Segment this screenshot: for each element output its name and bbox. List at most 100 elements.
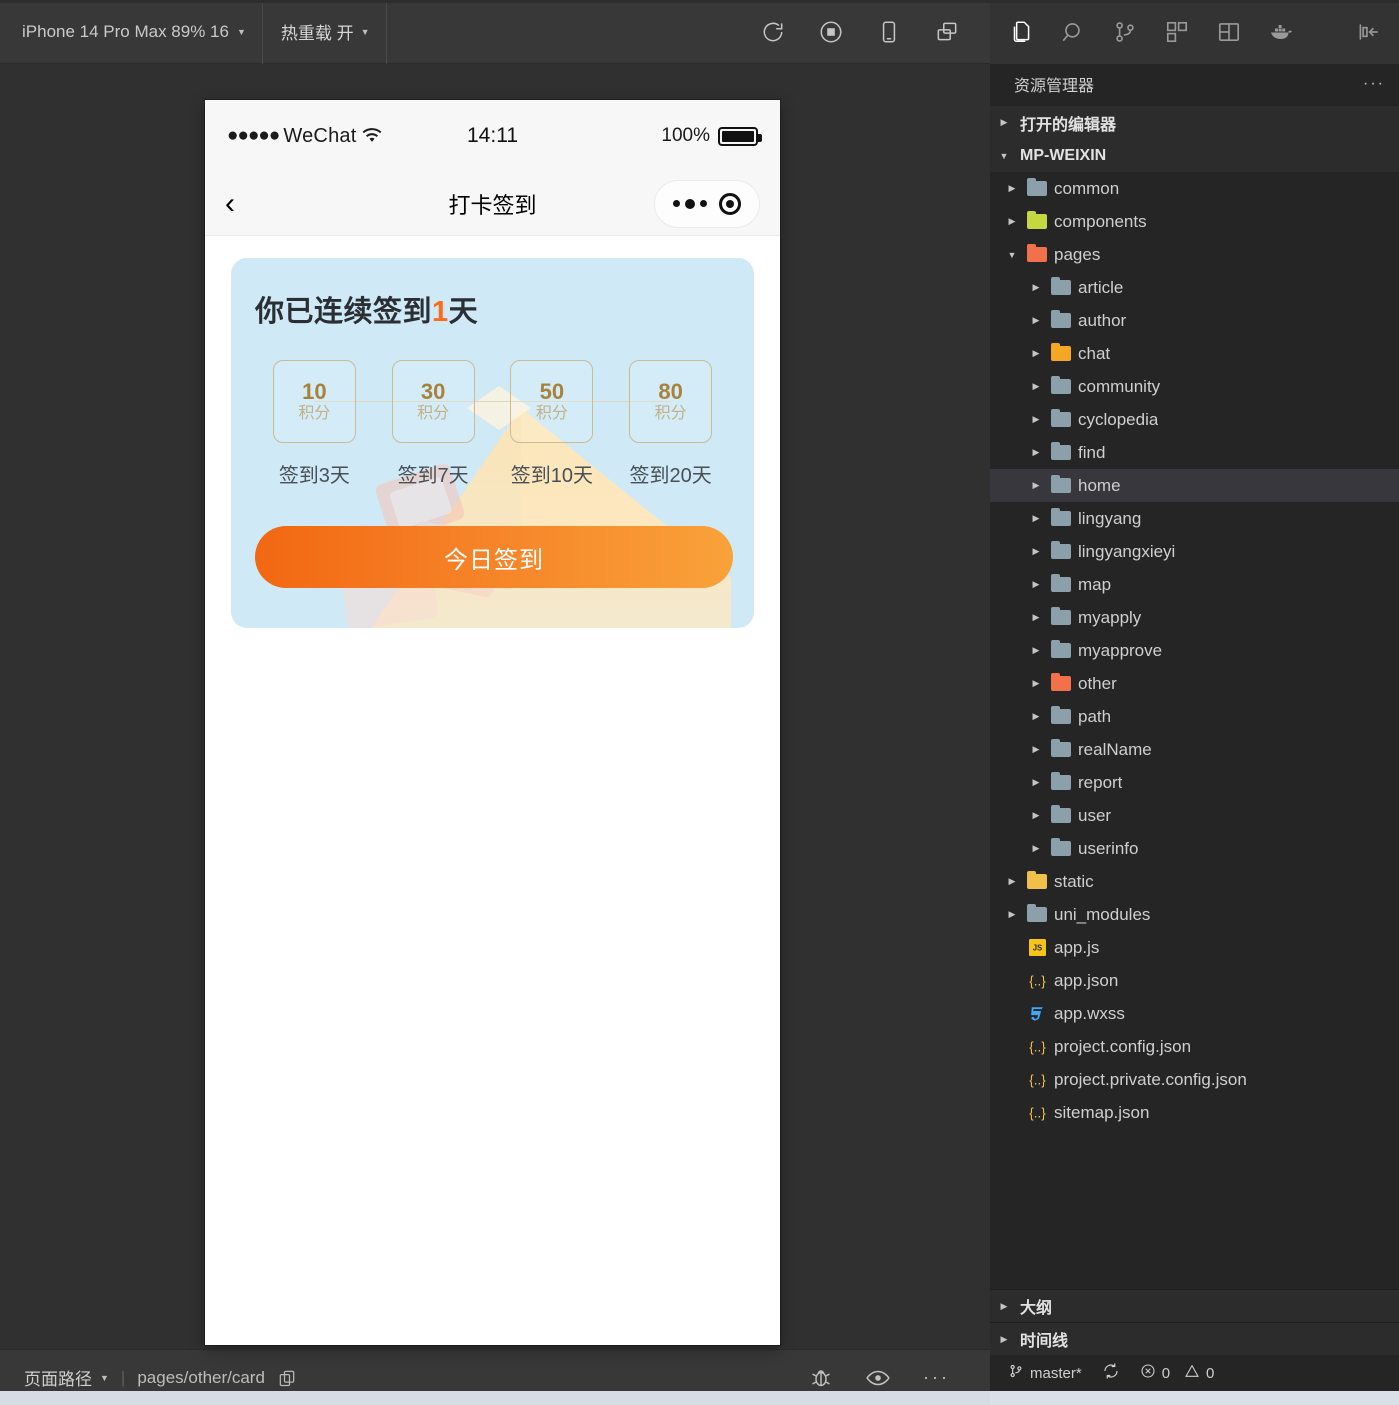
chevron-right-icon: ▶ bbox=[1032, 315, 1040, 325]
signin-step: 30 积分 签到7天 bbox=[374, 360, 552, 488]
folder-icon bbox=[1026, 871, 1048, 891]
tree-folder-row[interactable]: ▶ report bbox=[990, 766, 1399, 799]
tree-folder-row[interactable]: ▶ cyclopedia bbox=[990, 403, 1399, 436]
tree-folder-row[interactable]: ▼ pages bbox=[990, 238, 1399, 271]
folder-icon bbox=[1050, 607, 1072, 627]
tree-item-label: sitemap.json bbox=[1054, 1102, 1150, 1122]
step-unit: 积分 bbox=[535, 405, 568, 423]
eye-icon[interactable] bbox=[865, 1365, 891, 1391]
tree-file-row[interactable]: app.wxss bbox=[990, 997, 1399, 1030]
chevron-down-icon: ▼ bbox=[360, 27, 370, 37]
tree-folder-row[interactable]: ▶ common bbox=[990, 172, 1399, 205]
status-problems[interactable]: 0 0 bbox=[1140, 1363, 1214, 1383]
tree-item-label: lingyang bbox=[1078, 508, 1142, 528]
layout-panel-icon[interactable] bbox=[1210, 11, 1248, 53]
explorer-icon[interactable] bbox=[1002, 11, 1040, 53]
section-outline[interactable]: ▶ 大纲 bbox=[990, 1289, 1399, 1322]
chevron-right-icon: ▶ bbox=[1000, 1333, 1008, 1344]
tree-item-label: project.private.config.json bbox=[1054, 1069, 1247, 1089]
folder-icon bbox=[1050, 277, 1072, 297]
signin-day-count: 1 bbox=[432, 296, 449, 328]
multi-window-icon[interactable] bbox=[932, 17, 962, 47]
tree-item-label: author bbox=[1078, 310, 1127, 330]
status-bar: master* 0 0 bbox=[990, 1355, 1399, 1391]
chevron-right-icon: ▶ bbox=[1032, 678, 1040, 688]
wechat-devtools-simulator-panel: iPhone 14 Pro Max 89% 16 ▼ 热重载 开 ▼ ●●●●●… bbox=[0, 0, 990, 1405]
tree-folder-row[interactable]: ▶ userinfo bbox=[990, 832, 1399, 865]
more-dots-icon[interactable] bbox=[673, 198, 707, 209]
chevron-left-icon[interactable]: ‹ bbox=[225, 188, 261, 219]
device-selector[interactable]: iPhone 14 Pro Max 89% 16 ▼ bbox=[0, 0, 263, 64]
warning-icon bbox=[1184, 1363, 1200, 1383]
search-icon[interactable] bbox=[1054, 11, 1092, 53]
section-open-editors[interactable]: ▶ 打开的编辑器 bbox=[990, 106, 1399, 139]
chevron-right-icon: ▶ bbox=[1032, 579, 1040, 589]
tree-folder-row[interactable]: ▶ user bbox=[990, 799, 1399, 832]
tree-folder-row[interactable]: ▶ myapply bbox=[990, 601, 1399, 634]
bug-icon[interactable] bbox=[809, 1366, 833, 1390]
mini-program-page-body: 你已连续签到1天 10 积分 签到3天 30 积分 签到7天 50 积分 签到1… bbox=[205, 236, 780, 1345]
tree-folder-row[interactable]: ▶ realName bbox=[990, 733, 1399, 766]
tree-folder-row[interactable]: ▶ lingyangxieyi bbox=[990, 535, 1399, 568]
section-timeline[interactable]: ▶ 时间线 bbox=[990, 1322, 1399, 1355]
hot-reload-selector[interactable]: 热重载 开 ▼ bbox=[263, 0, 387, 64]
stop-record-icon[interactable] bbox=[816, 17, 846, 47]
tree-file-row[interactable]: {..} project.config.json bbox=[990, 1030, 1399, 1063]
explorer-footer-panels: ▶ 大纲 ▶ 时间线 master* 0 0 bbox=[990, 1289, 1399, 1391]
chevron-right-icon: ▶ bbox=[1032, 645, 1040, 655]
step-unit: 积分 bbox=[417, 405, 450, 423]
app-root: iPhone 14 Pro Max 89% 16 ▼ 热重载 开 ▼ ●●●●●… bbox=[0, 0, 1399, 1405]
tree-item-label: realName bbox=[1078, 739, 1152, 759]
copy-icon[interactable] bbox=[277, 1368, 297, 1388]
tree-folder-row[interactable]: ▶ static bbox=[990, 865, 1399, 898]
error-icon bbox=[1140, 1363, 1156, 1383]
tree-folder-row[interactable]: ▶ components bbox=[990, 205, 1399, 238]
extensions-icon[interactable] bbox=[1158, 11, 1196, 53]
step-label: 签到20天 bbox=[629, 465, 712, 487]
page-path-selector[interactable]: 页面路径 ▼ bbox=[24, 1365, 109, 1390]
tree-folder-row[interactable]: ▶ uni_modules bbox=[990, 898, 1399, 931]
signin-card-title: 你已连续签到1天 bbox=[255, 288, 730, 330]
tree-item-label: app.wxss bbox=[1054, 1003, 1125, 1023]
tree-folder-row[interactable]: ▶ path bbox=[990, 700, 1399, 733]
tree-item-label: community bbox=[1078, 376, 1161, 396]
activity-bar bbox=[990, 0, 1399, 64]
more-horizontal-icon[interactable]: ··· bbox=[923, 1367, 950, 1388]
signin-today-button[interactable]: 今日签到 bbox=[255, 526, 733, 588]
docker-icon[interactable] bbox=[1262, 11, 1300, 53]
tree-item-label: myapprove bbox=[1078, 640, 1163, 660]
chevron-right-icon: ▶ bbox=[1032, 480, 1040, 490]
collapse-sidebar-icon[interactable] bbox=[1349, 11, 1387, 53]
section-workspace-root[interactable]: ▼ MP-WEIXIN bbox=[990, 139, 1399, 172]
tree-item-label: app.json bbox=[1054, 970, 1119, 990]
tree-file-row[interactable]: {..} project.private.config.json bbox=[990, 1063, 1399, 1096]
tree-item-label: app.js bbox=[1054, 937, 1100, 957]
sync-icon bbox=[1102, 1362, 1120, 1384]
source-control-icon[interactable] bbox=[1106, 11, 1144, 53]
tree-folder-row[interactable]: ▶ map bbox=[990, 568, 1399, 601]
tree-file-row[interactable]: JS app.js bbox=[990, 931, 1399, 964]
refresh-icon[interactable] bbox=[758, 17, 788, 47]
tree-folder-row[interactable]: ▶ find bbox=[990, 436, 1399, 469]
step-reward-box: 50 积分 bbox=[510, 360, 594, 443]
explorer-tree: ▶ 打开的编辑器 ▼ MP-WEIXIN ▶ common ▶ components ▼… bbox=[990, 104, 1399, 1289]
tree-folder-row[interactable]: ▶ myapprove bbox=[990, 634, 1399, 667]
tree-file-row[interactable]: {..} app.json bbox=[990, 964, 1399, 997]
tree-folder-row[interactable]: ▶ author bbox=[990, 304, 1399, 337]
tree-folder-row[interactable]: ▶ lingyang bbox=[990, 502, 1399, 535]
status-sync[interactable] bbox=[1102, 1362, 1120, 1384]
target-circle-icon[interactable] bbox=[719, 192, 741, 215]
tree-folder-row[interactable]: ▶ home bbox=[990, 469, 1399, 502]
status-branch-label: master* bbox=[1030, 1364, 1082, 1382]
tree-item-label: report bbox=[1078, 772, 1123, 792]
status-branch[interactable]: master* bbox=[1008, 1363, 1082, 1383]
explorer-more-actions-icon[interactable]: ··· bbox=[1363, 75, 1385, 93]
device-preview-icon[interactable] bbox=[874, 17, 904, 47]
tree-folder-row[interactable]: ▶ other bbox=[990, 667, 1399, 700]
tree-folder-row[interactable]: ▶ article bbox=[990, 271, 1399, 304]
tree-folder-row[interactable]: ▶ chat bbox=[990, 337, 1399, 370]
tree-folder-row[interactable]: ▶ community bbox=[990, 370, 1399, 403]
tree-file-row[interactable]: {..} sitemap.json bbox=[990, 1096, 1399, 1129]
wechat-capsule-button[interactable] bbox=[654, 179, 760, 228]
svg-text:JS: JS bbox=[1032, 944, 1042, 953]
